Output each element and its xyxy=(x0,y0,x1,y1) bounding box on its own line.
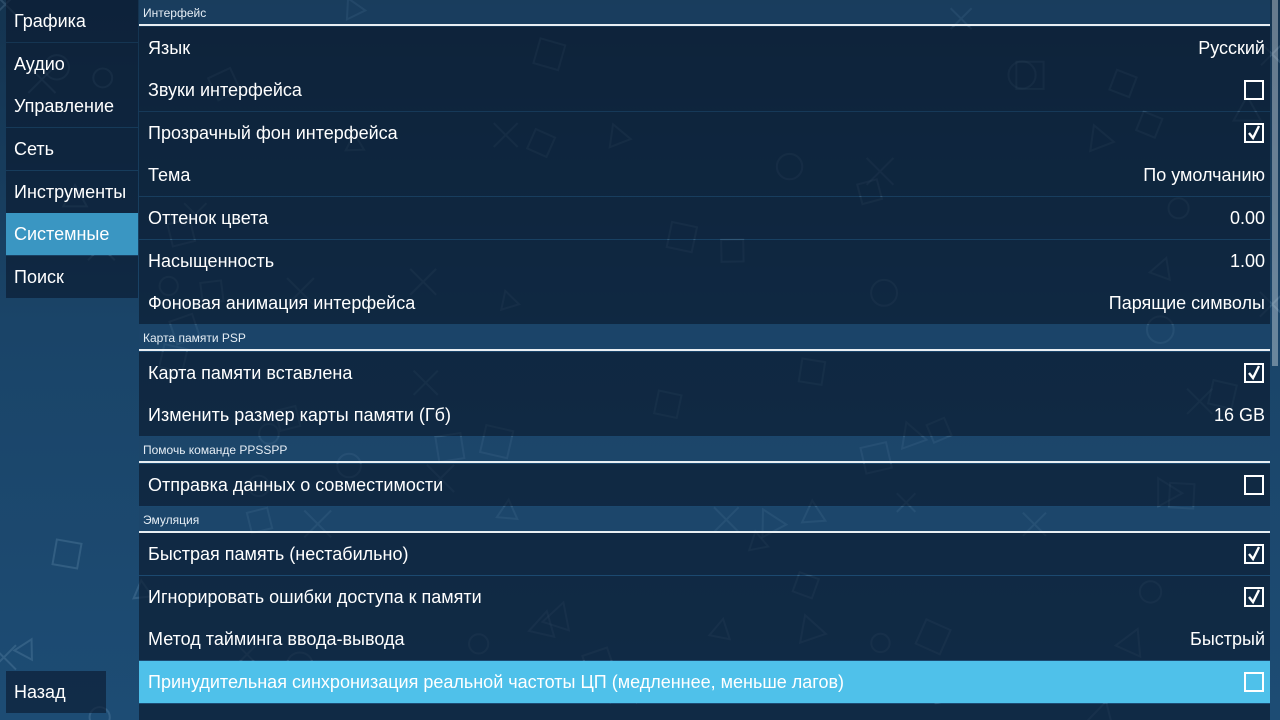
setting-value: Быстрый xyxy=(1190,629,1265,649)
section-header-memstick: Карта памяти PSP xyxy=(139,325,1270,351)
tab-network[interactable]: Сеть xyxy=(6,128,138,170)
setting-label: Карта памяти вставлена xyxy=(148,363,353,383)
settings-list[interactable]: Интерфейс Язык Русский Звуки интерфейса … xyxy=(139,0,1270,720)
setting-fast-memory[interactable]: Быстрая память (нестабильно) xyxy=(139,533,1270,575)
check-icon xyxy=(1248,546,1261,562)
setting-label: Тема xyxy=(148,165,191,185)
checkbox[interactable] xyxy=(1244,363,1264,383)
setting-value: По умолчанию xyxy=(1143,165,1265,185)
section-header-emulation: Эмуляция xyxy=(139,507,1270,533)
setting-value: 16 GB xyxy=(1213,405,1265,425)
checkbox[interactable] xyxy=(1244,123,1264,143)
setting-label: Метод тайминга ввода-вывода xyxy=(148,629,405,649)
tab-controls[interactable]: Управление xyxy=(6,85,138,127)
setting-bg-animation[interactable]: Фоновая анимация интерфейса Парящие симв… xyxy=(139,282,1270,324)
checkbox[interactable] xyxy=(1244,544,1264,564)
setting-label: Принудительная синхронизация реальной ча… xyxy=(148,672,845,692)
checkbox[interactable] xyxy=(1244,587,1264,607)
check-icon xyxy=(1248,589,1261,605)
setting-label: Оттенок цвета xyxy=(148,208,269,228)
settings-sidebar: Графика Аудио Управление Сеть Инструмент… xyxy=(0,0,138,720)
checkbox[interactable] xyxy=(1244,475,1264,495)
setting-compat-report[interactable]: Отправка данных о совместимости xyxy=(139,464,1270,506)
check-icon xyxy=(1248,365,1261,381)
tab-search[interactable]: Поиск xyxy=(6,256,138,298)
setting-value: 1.00 xyxy=(1229,251,1265,271)
setting-io-timing[interactable]: Метод тайминга ввода-вывода Быстрый xyxy=(139,618,1270,660)
setting-ui-sounds[interactable]: Звуки интерфейса xyxy=(139,69,1270,111)
setting-saturation[interactable]: Насыщенность 1.00 xyxy=(139,240,1270,282)
checkbox[interactable] xyxy=(1244,80,1264,100)
setting-transparent-bg[interactable]: Прозрачный фон интерфейса xyxy=(139,112,1270,154)
setting-language[interactable]: Язык Русский xyxy=(139,27,1270,69)
checkbox[interactable] xyxy=(1244,672,1264,692)
setting-memstick-inserted[interactable]: Карта памяти вставлена xyxy=(139,352,1270,394)
setting-label: Прозрачный фон интерфейса xyxy=(148,123,398,143)
setting-hue[interactable]: Оттенок цвета 0.00 xyxy=(139,197,1270,239)
setting-partial-row[interactable] xyxy=(139,704,1270,720)
tab-tools[interactable]: Инструменты xyxy=(6,171,138,213)
setting-value: Парящие символы xyxy=(1108,293,1265,313)
tab-audio[interactable]: Аудио xyxy=(6,43,138,85)
section-header-help: Помочь команде PPSSPP xyxy=(139,437,1270,463)
setting-ignore-errors[interactable]: Игнорировать ошибки доступа к памяти xyxy=(139,576,1270,618)
setting-label: Язык xyxy=(148,38,191,58)
setting-force-realtime[interactable]: Принудительная синхронизация реальной ча… xyxy=(139,661,1270,703)
check-icon xyxy=(1248,125,1261,141)
setting-value: 0.00 xyxy=(1229,208,1265,228)
section-header-interface: Интерфейс xyxy=(139,0,1270,26)
setting-value: Русский xyxy=(1198,38,1265,58)
tab-graphics[interactable]: Графика xyxy=(6,0,138,42)
setting-label: Изменить размер карты памяти (Гб) xyxy=(148,405,451,425)
setting-label: Звуки интерфейса xyxy=(148,80,302,100)
setting-label: Игнорировать ошибки доступа к памяти xyxy=(148,587,482,607)
setting-label: Отправка данных о совместимости xyxy=(148,475,444,495)
setting-label: Быстрая память (нестабильно) xyxy=(148,544,409,564)
scrollbar[interactable] xyxy=(1272,0,1278,366)
setting-theme[interactable]: Тема По умолчанию xyxy=(139,154,1270,196)
setting-label: Фоновая анимация интерфейса xyxy=(148,293,416,313)
setting-label: Насыщенность xyxy=(148,251,275,271)
setting-memstick-size[interactable]: Изменить размер карты памяти (Гб) 16 GB xyxy=(139,394,1270,436)
back-button[interactable]: Назад xyxy=(6,671,106,713)
tab-system[interactable]: Системные xyxy=(6,213,138,255)
